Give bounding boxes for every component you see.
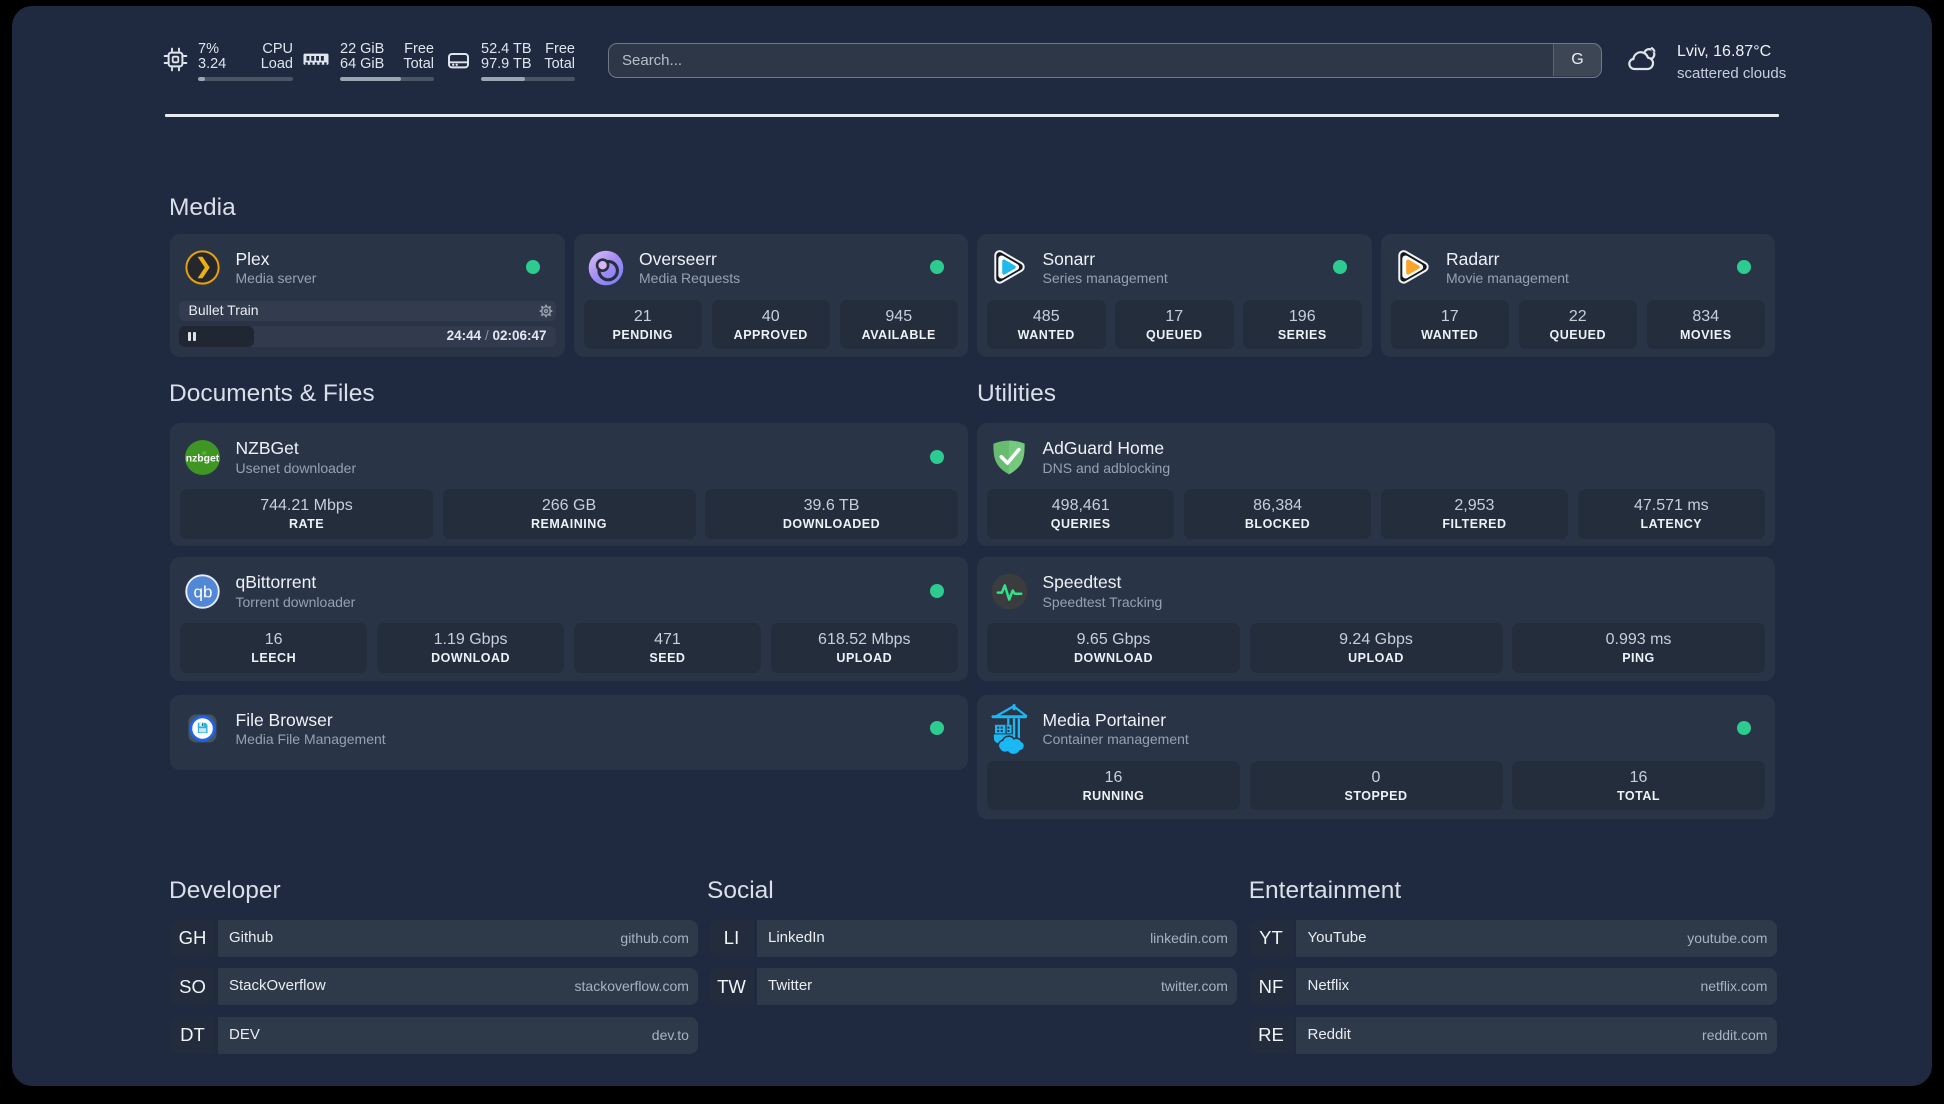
svg-text:qb: qb bbox=[193, 582, 212, 601]
svg-text:nzbget: nzbget bbox=[185, 453, 219, 464]
